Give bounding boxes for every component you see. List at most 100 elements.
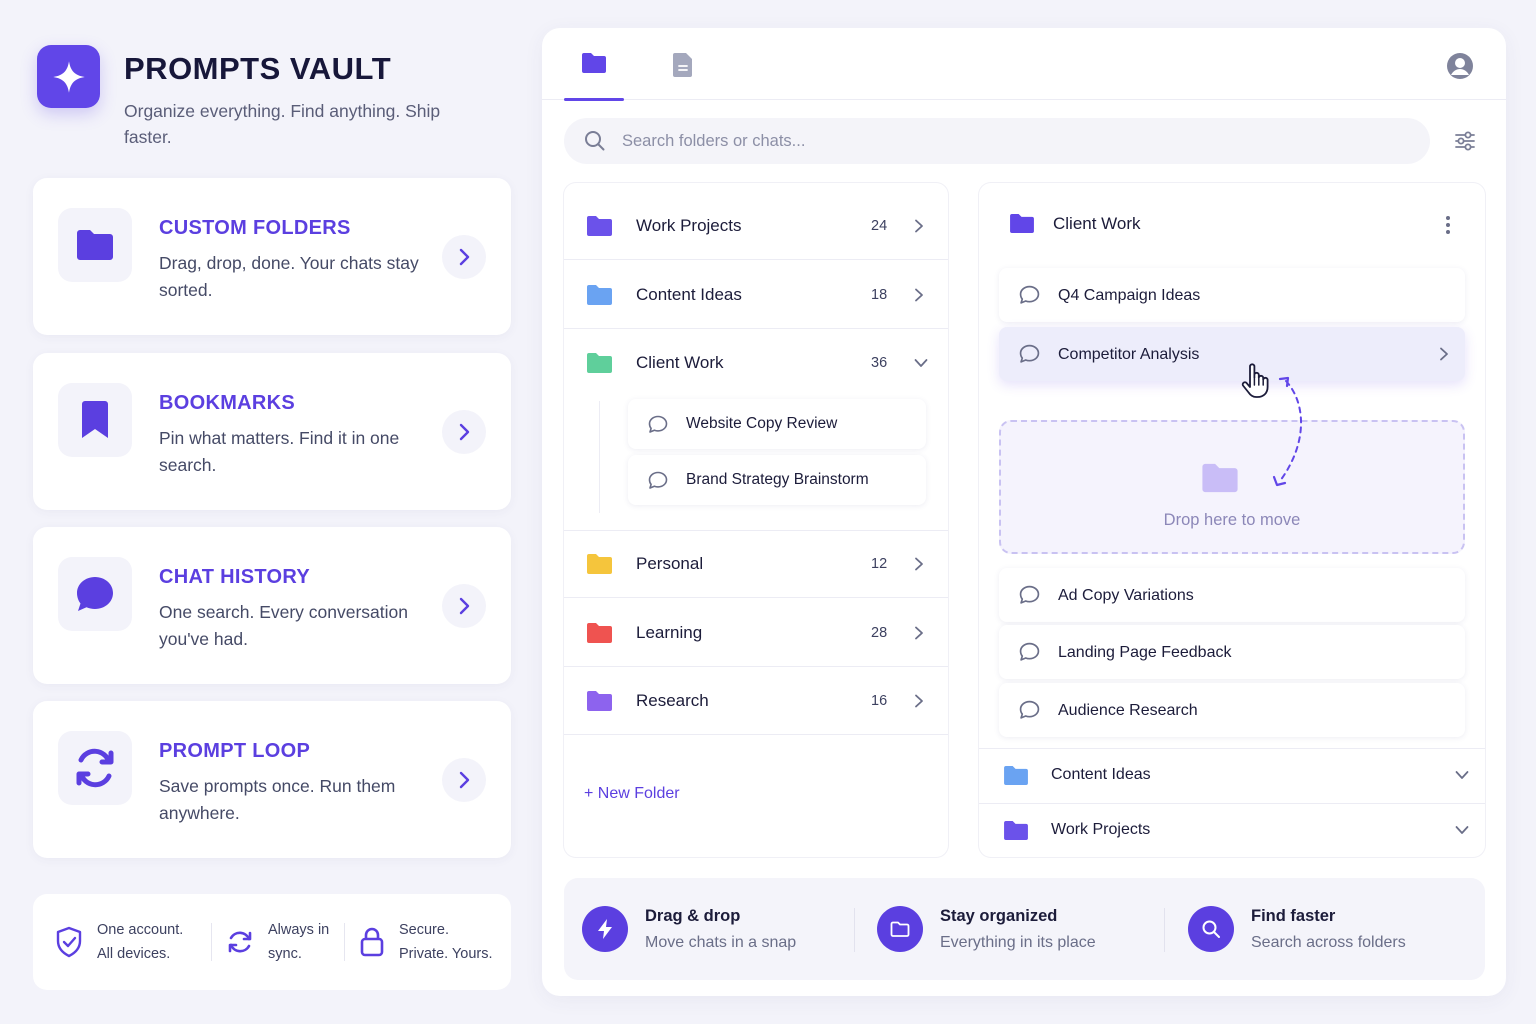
folder-icon bbox=[586, 690, 613, 712]
chat-bubble-icon bbox=[648, 415, 668, 434]
trust-item: One account. All devices. bbox=[55, 918, 197, 966]
feature-card-custom-folders[interactable]: CUSTOM FOLDERS Drag, drop, done. Your ch… bbox=[33, 178, 511, 335]
chevron-down-icon[interactable] bbox=[914, 358, 928, 368]
brand-header: PROMPTS VAULT Organize everything. Find … bbox=[37, 45, 444, 150]
divider bbox=[344, 923, 345, 961]
trust-item: Always in sync. bbox=[226, 918, 330, 966]
chevron-down-icon[interactable] bbox=[1455, 770, 1469, 780]
folder-list: Work Projects 24 Content Ideas 18 Client… bbox=[564, 183, 948, 857]
chat-name: Q4 Campaign Ideas bbox=[1058, 287, 1201, 304]
search-icon bbox=[1188, 906, 1234, 952]
benefits-strip: Drag & drop Move chats in a snap Stay or… bbox=[564, 878, 1485, 980]
chevron-right-icon[interactable] bbox=[914, 626, 924, 640]
folder-row[interactable]: Personal 12 bbox=[564, 530, 948, 598]
folder-icon bbox=[1009, 213, 1035, 234]
folder-name: Research bbox=[636, 690, 709, 710]
folder-icon bbox=[586, 553, 613, 575]
chat-name: Competitor Analysis bbox=[1058, 346, 1200, 363]
chat-bubble-icon bbox=[1019, 700, 1040, 720]
folder-row[interactable]: Work Projects 24 bbox=[564, 192, 948, 260]
folder-name: Personal bbox=[636, 554, 704, 573]
trust-text: One account. All devices. bbox=[97, 922, 184, 962]
chat-item[interactable]: Audience Research bbox=[999, 683, 1465, 737]
chevron-right-icon[interactable] bbox=[914, 694, 924, 708]
collapsed-folder-row[interactable]: Content Ideas bbox=[1003, 748, 1469, 802]
chat-bubble-icon bbox=[648, 471, 668, 490]
chevron-right-icon[interactable] bbox=[914, 219, 924, 233]
feature-card-bookmarks[interactable]: BOOKMARKS Pin what matters. Find it in o… bbox=[33, 353, 511, 510]
divider bbox=[854, 908, 855, 952]
chat-name: Website Copy Review bbox=[686, 415, 838, 432]
search-input[interactable] bbox=[622, 131, 1322, 151]
feature-title: PROMPT LOOP bbox=[159, 740, 311, 762]
divider bbox=[1164, 908, 1165, 952]
chat-item-dragging[interactable]: Competitor Analysis bbox=[999, 327, 1465, 381]
tab-documents[interactable] bbox=[653, 52, 713, 100]
folder-icon bbox=[586, 284, 613, 306]
chat-bubble-icon bbox=[1019, 642, 1040, 662]
chevron-right-icon[interactable] bbox=[442, 235, 486, 279]
chevron-down-icon[interactable] bbox=[1455, 825, 1469, 835]
chevron-right-icon[interactable] bbox=[914, 557, 924, 571]
folder-count: 18 bbox=[871, 286, 888, 303]
sync-icon bbox=[226, 928, 254, 956]
trust-strip: One account. All devices. Always in sync… bbox=[33, 894, 511, 990]
user-avatar-icon[interactable] bbox=[1446, 52, 1474, 80]
benefit-item: Find faster Search across folders bbox=[1188, 906, 1406, 952]
chat-name: Audience Research bbox=[1058, 702, 1198, 719]
feature-card-chat-history[interactable]: CHAT HISTORY One search. Every conversat… bbox=[33, 527, 511, 684]
feature-title: BOOKMARKS bbox=[159, 392, 296, 414]
tree-line bbox=[599, 401, 600, 513]
folder-detail-pane: Client Work Q4 Campaign Ideas Competitor… bbox=[979, 183, 1485, 857]
app-window: Work Projects 24 Content Ideas 18 Client… bbox=[542, 28, 1506, 996]
benefit-title: Find faster bbox=[1251, 906, 1336, 925]
bookmark-icon bbox=[58, 383, 132, 457]
trust-text: Secure. Private. Yours. bbox=[399, 922, 493, 962]
sparkle-logo-icon bbox=[37, 45, 100, 108]
drag-arrow-icon bbox=[1264, 373, 1314, 493]
benefit-title: Drag & drop bbox=[645, 906, 741, 925]
folder-icon bbox=[586, 622, 613, 644]
chat-item[interactable]: Ad Copy Variations bbox=[999, 568, 1465, 622]
chat-bubble-icon bbox=[58, 557, 132, 631]
folder-name: Client Work bbox=[636, 353, 724, 372]
feature-title: CHAT HISTORY bbox=[159, 566, 311, 588]
chevron-right-icon[interactable] bbox=[442, 410, 486, 454]
new-folder-button[interactable]: + New Folder bbox=[584, 785, 680, 803]
chat-item[interactable]: Website Copy Review bbox=[628, 399, 926, 449]
folder-icon bbox=[581, 52, 607, 100]
feature-desc: Pin what matters. Find it in one search. bbox=[159, 428, 400, 475]
detail-title: Client Work bbox=[1053, 213, 1141, 233]
chat-item[interactable]: Landing Page Feedback bbox=[999, 625, 1465, 679]
benefit-title: Stay organized bbox=[940, 906, 1058, 925]
chevron-right-icon[interactable] bbox=[1439, 347, 1449, 361]
chevron-right-icon[interactable] bbox=[442, 584, 486, 628]
folder-row-expanded[interactable]: Client Work 36 bbox=[564, 329, 948, 397]
drop-zone[interactable]: Drop here to move bbox=[999, 420, 1465, 554]
folder-row[interactable]: Research 16 bbox=[564, 667, 948, 735]
folder-row[interactable]: Learning 28 bbox=[564, 599, 948, 667]
chat-item[interactable]: Q4 Campaign Ideas bbox=[999, 268, 1465, 322]
chat-item[interactable]: Brand Strategy Brainstorm bbox=[628, 455, 926, 505]
folder-count: 12 bbox=[871, 556, 888, 572]
chevron-right-icon[interactable] bbox=[914, 288, 924, 302]
feature-desc: Drag, drop, done. Your chats stay sorted… bbox=[159, 253, 419, 300]
collapsed-folder-row[interactable]: Work Projects bbox=[1003, 803, 1469, 857]
feature-card-prompt-loop[interactable]: PROMPT LOOP Save prompts once. Run them … bbox=[33, 701, 511, 858]
more-options-icon[interactable] bbox=[1445, 215, 1451, 235]
feature-desc: One search. Every conversation you've ha… bbox=[159, 602, 409, 649]
folder-count: 24 bbox=[871, 217, 888, 234]
folder-row[interactable]: Content Ideas 18 bbox=[564, 261, 948, 329]
search-bar[interactable] bbox=[564, 118, 1430, 164]
app-tagline: Organize everything. Find anything. Ship… bbox=[124, 101, 441, 147]
filter-sliders-icon[interactable] bbox=[1454, 130, 1476, 152]
trust-text: Always in sync. bbox=[268, 922, 330, 962]
tab-folders[interactable] bbox=[564, 52, 624, 101]
folder-icon bbox=[1201, 462, 1239, 494]
chevron-right-icon[interactable] bbox=[442, 758, 486, 802]
trust-item: Secure. Private. Yours. bbox=[359, 918, 499, 966]
chat-name: Brand Strategy Brainstorm bbox=[686, 471, 869, 488]
sync-loop-icon bbox=[58, 731, 132, 805]
folder-count: 36 bbox=[871, 355, 888, 371]
shield-check-icon bbox=[55, 926, 83, 958]
